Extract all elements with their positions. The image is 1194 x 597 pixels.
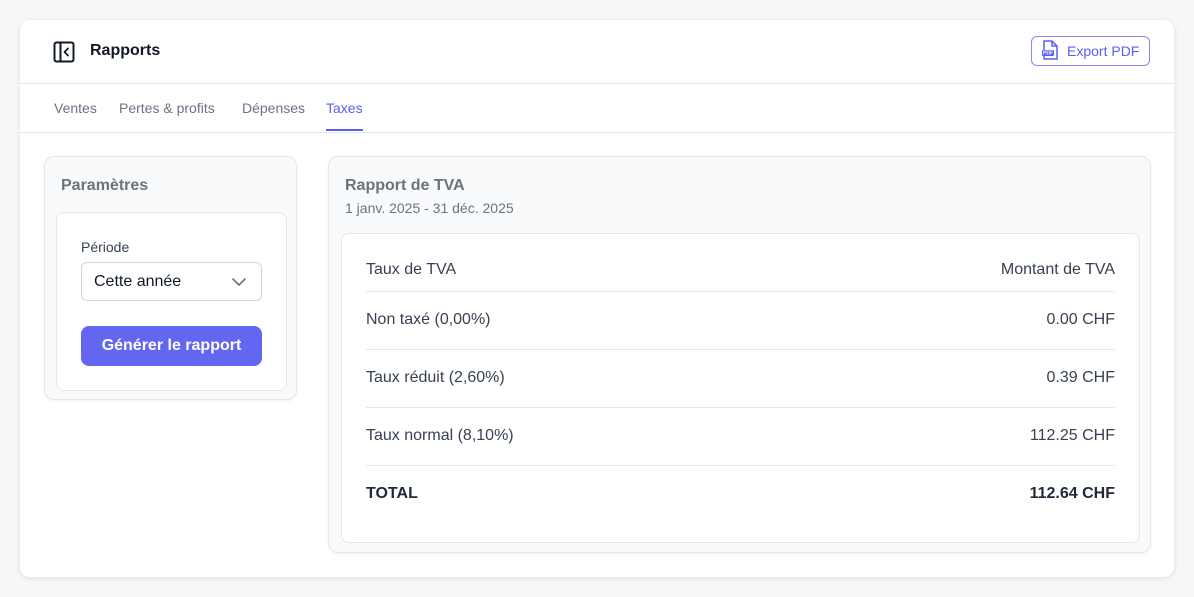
page-title: Rapports: [90, 42, 161, 59]
row-rate: Taux normal (8,10%): [366, 427, 514, 444]
vat-table-card: Taux de TVA Montant de TVA Non taxé (0,0…: [341, 233, 1140, 543]
period-label: Période: [81, 239, 130, 255]
export-pdf-button[interactable]: PDF Export PDF: [1031, 36, 1150, 66]
parameters-title: Paramètres: [61, 177, 149, 194]
row-amount: 112.25 CHF: [1029, 427, 1115, 444]
table-header: Taux de TVA Montant de TVA: [366, 249, 1115, 292]
column-header-rate: Taux de TVA: [366, 261, 457, 278]
tab-depenses[interactable]: Dépenses: [242, 100, 305, 129]
row-amount: 0.39 CHF: [1046, 369, 1115, 386]
tab-ventes[interactable]: Ventes: [54, 100, 97, 129]
total-amount: 112.64 CHF: [1029, 485, 1115, 502]
tab-pertes-profits[interactable]: Pertes & profits: [119, 100, 215, 129]
total-label: TOTAL: [366, 485, 418, 502]
table-row: Taux normal (8,10%) 112.25 CHF: [366, 408, 1115, 466]
report-date-range: 1 janv. 2025 - 31 déc. 2025: [345, 200, 514, 216]
pdf-file-icon: PDF: [1041, 39, 1059, 63]
period-select-value: Cette année: [94, 273, 182, 290]
total-row: TOTAL 112.64 CHF: [366, 466, 1115, 523]
export-pdf-label: Export PDF: [1067, 43, 1140, 59]
vat-table: Taux de TVA Montant de TVA Non taxé (0,0…: [366, 249, 1115, 523]
top-bar: Rapports PDF Export PDF: [20, 20, 1174, 84]
svg-text:PDF: PDF: [1043, 50, 1053, 56]
row-rate: Taux réduit (2,60%): [366, 369, 505, 386]
table-row: Non taxé (0,00%) 0.00 CHF: [366, 292, 1115, 350]
tab-taxes[interactable]: Taxes: [326, 100, 363, 131]
generate-report-button[interactable]: Générer le rapport: [81, 326, 262, 366]
reports-window: Rapports PDF Export PDF Ventes Pertes & …: [20, 20, 1174, 577]
table-row: Taux réduit (2,60%) 0.39 CHF: [366, 350, 1115, 408]
sidebar-collapse-icon[interactable]: [53, 41, 75, 63]
period-select[interactable]: Cette année: [81, 262, 262, 301]
chevron-down-icon: [231, 275, 247, 294]
row-rate: Non taxé (0,00%): [366, 311, 491, 328]
report-title: Rapport de TVA: [345, 177, 465, 194]
vat-report-panel: Rapport de TVA 1 janv. 2025 - 31 déc. 20…: [328, 156, 1151, 553]
parameters-form: Période Cette année Générer le rapport: [56, 212, 287, 391]
parameters-panel: Paramètres Période Cette année Générer l…: [44, 156, 297, 400]
report-tabs: Ventes Pertes & profits Dépenses Taxes: [20, 84, 1174, 133]
row-amount: 0.00 CHF: [1046, 311, 1115, 328]
column-header-amount: Montant de TVA: [1000, 261, 1115, 278]
